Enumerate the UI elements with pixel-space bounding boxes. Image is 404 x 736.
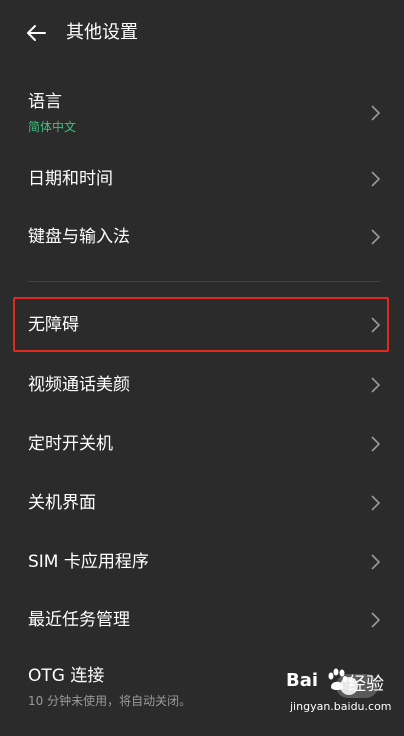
item-label: SIM 卡应用程序 xyxy=(28,552,149,572)
item-label: OTG 连接 xyxy=(28,666,105,686)
paw-logo-icon xyxy=(328,668,348,690)
settings-item-recent-tasks[interactable]: 最近任务管理 xyxy=(0,597,404,643)
settings-item-keyboard-input[interactable]: 键盘与输入法 xyxy=(0,214,404,260)
settings-item-shutdown-screen[interactable]: 关机界面 xyxy=(0,480,404,526)
item-label: 最近任务管理 xyxy=(28,610,130,630)
settings-item-video-call-beauty[interactable]: 视频通话美颜 xyxy=(0,362,404,408)
settings-item-accessibility[interactable]: 无障碍 xyxy=(0,302,404,348)
item-sublabel: 简体中文 xyxy=(28,120,77,134)
item-label: 关机界面 xyxy=(28,493,96,513)
watermark-brand: Bai xyxy=(286,670,319,691)
chevron-right-icon xyxy=(371,612,381,628)
settings-item-scheduled-power[interactable]: 定时开关机 xyxy=(0,421,404,467)
watermark-url: jingyan.baidu.com xyxy=(290,700,392,713)
page-title: 其他设置 xyxy=(66,22,138,43)
item-label: 视频通话美颜 xyxy=(28,375,130,395)
chevron-right-icon xyxy=(371,105,381,121)
settings-item-date-time[interactable]: 日期和时间 xyxy=(0,156,404,202)
chevron-right-icon xyxy=(371,495,381,511)
app-header: 其他设置 xyxy=(0,0,404,64)
item-label: 语言 xyxy=(28,92,62,112)
section-divider xyxy=(28,281,380,282)
item-sublabel: 10 分钟未使用，将自动关闭。 xyxy=(28,694,192,708)
item-label: 键盘与输入法 xyxy=(28,227,130,247)
baidu-jingyan-watermark: Bai 经验 jingyan.baidu.com xyxy=(286,666,398,724)
item-label: 日期和时间 xyxy=(28,169,113,189)
chevron-right-icon xyxy=(371,554,381,570)
item-label: 定时开关机 xyxy=(28,434,113,454)
chevron-right-icon xyxy=(371,317,381,333)
chevron-right-icon xyxy=(371,377,381,393)
chevron-right-icon xyxy=(371,436,381,452)
watermark-word: 经验 xyxy=(348,674,384,695)
settings-item-sim-apps[interactable]: SIM 卡应用程序 xyxy=(0,539,404,585)
back-arrow-icon[interactable] xyxy=(25,22,47,44)
chevron-right-icon xyxy=(371,171,381,187)
item-label: 无障碍 xyxy=(28,315,79,335)
settings-item-language[interactable]: 语言 简体中文 xyxy=(0,86,404,148)
chevron-right-icon xyxy=(371,229,381,245)
